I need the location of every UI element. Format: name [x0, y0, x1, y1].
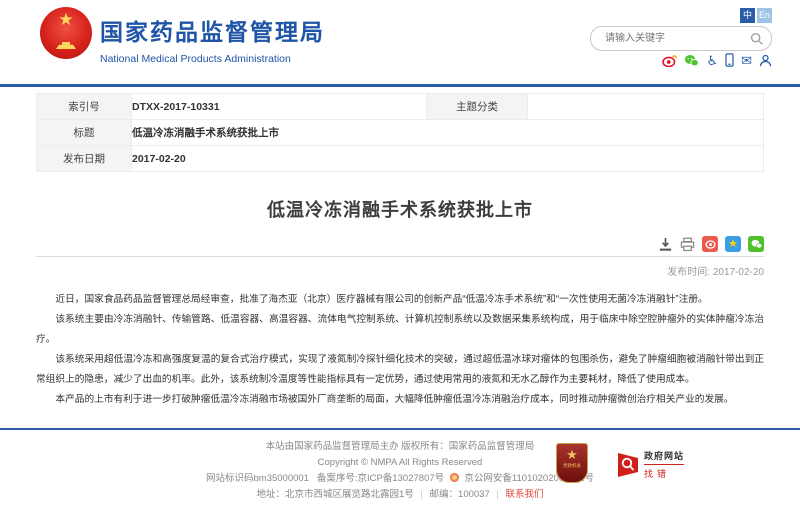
mobile-icon[interactable] — [725, 53, 734, 67]
error-report-flag-icon — [618, 452, 638, 478]
table-row: 发布日期 2017-02-20 — [37, 146, 764, 172]
article-paragraph: 近日，国家食品药品监督管理总局经审查，批准了海杰亚（北京）医疗器械有限公司的创新… — [36, 290, 764, 310]
table-row: 索引号 DTXX-2017-10331 主题分类 — [37, 94, 764, 120]
contact-us-link[interactable]: 联系我们 — [505, 489, 543, 500]
weibo-icon[interactable] — [662, 54, 677, 67]
share-wechat-icon[interactable] — [748, 236, 764, 252]
download-icon[interactable] — [658, 237, 673, 252]
search-icon[interactable] — [750, 32, 763, 45]
emblem-gate-icon — [56, 42, 76, 49]
article-body: 近日，国家食品药品监督管理总局经审查，批准了海杰亚（北京）医疗器械有限公司的创新… — [36, 290, 764, 410]
article-title: 低温冷冻消融手术系统获批上市 — [36, 196, 764, 222]
print-icon[interactable] — [680, 237, 695, 252]
index-label: 索引号 — [37, 94, 132, 120]
publish-time-label: 发布时间: — [667, 267, 710, 278]
publish-time: 发布时间: 2017-02-20 — [36, 263, 764, 278]
divider: | — [416, 489, 426, 500]
share-qzone-icon[interactable]: ★ — [725, 236, 741, 252]
police-badge-icon — [450, 473, 459, 482]
title-label: 标题 — [37, 120, 132, 146]
error-report-line2: 找错 — [644, 467, 684, 480]
website-error-report-widget[interactable]: 政府网站 找错 — [612, 447, 690, 482]
national-emblem-logo: ★ — [40, 7, 92, 59]
title-value: 低温冷冻消融手术系统获批上市 — [132, 120, 764, 146]
lang-zh-button[interactable]: 中 — [740, 8, 755, 23]
emblem-star-icon: ★ — [40, 11, 92, 28]
date-value: 2017-02-20 — [132, 146, 764, 172]
footer-address: 地址：北京市西城区展览路北露园1号 — [256, 489, 413, 500]
user-icon[interactable] — [759, 54, 772, 67]
main-content: 索引号 DTXX-2017-10331 主题分类 标题 低温冷冻消融手术系统获批… — [36, 87, 764, 410]
accessibility-icon[interactable]: ♿ — [706, 54, 718, 67]
badge-star-icon: ★ — [566, 447, 578, 463]
article-paragraph: 该系统主要由冷冻消融针、传输管路、低温容器、高温容器、流体电气控制系统、计算机控… — [36, 310, 764, 350]
article-paragraph: 本产品的上市有利于进一步打破肿瘤低温冷冻消融市场被国外厂商垄断的局面，大幅降低肿… — [36, 390, 764, 410]
article-toolbar: ★ — [36, 236, 764, 252]
search-input[interactable] — [603, 32, 750, 45]
nmpa-webpage: ★ 国家药品监督管理局 National Medical Products Ad… — [0, 0, 800, 511]
publish-time-value: 2017-02-20 — [713, 267, 764, 278]
wechat-icon[interactable] — [684, 54, 699, 67]
table-row: 标题 低温冷冻消融手术系统获批上市 — [37, 120, 764, 146]
site-subtitle: National Medical Products Administration — [100, 53, 325, 65]
document-info-table: 索引号 DTXX-2017-10331 主题分类 标题 低温冷冻消融手术系统获批… — [36, 93, 764, 172]
header-social-links: ♿ ✉ — [662, 53, 772, 67]
mail-icon[interactable]: ✉ — [741, 54, 752, 67]
footer-address-line: 地址：北京市西城区展览路北露园1号 | 邮编：100037 | 联系我们 — [0, 487, 800, 503]
article-paragraph: 该系统采用超低温冷冻和高强度复温的复合式治疗模式，实现了液氮制冷探针细化技术的突… — [36, 350, 764, 390]
divider: | — [492, 489, 502, 500]
footer-postcode: 邮编：100037 — [430, 489, 490, 500]
search-box — [590, 26, 772, 51]
share-weibo-icon[interactable] — [702, 236, 718, 252]
error-report-text: 政府网站 找错 — [644, 449, 684, 480]
site-footer: 本站由国家药品监督管理局主办 版权所有：国家药品监督管理局 Copyright … — [0, 428, 800, 511]
site-header: ★ 国家药品监督管理局 National Medical Products Ad… — [0, 0, 800, 87]
government-agency-badge[interactable]: ★ 党政机关 — [556, 443, 588, 483]
badge-text: 党政机关 — [563, 463, 581, 469]
error-report-line1: 政府网站 — [644, 449, 684, 465]
site-branding: 国家药品监督管理局 National Medical Products Admi… — [100, 13, 325, 65]
date-label: 发布日期 — [37, 146, 132, 172]
site-title: 国家药品监督管理局 — [100, 13, 325, 47]
category-label: 主题分类 — [427, 94, 528, 120]
footer-site-code: 网站标识码bm35000001 — [206, 473, 309, 484]
lang-en-button[interactable]: En — [757, 8, 772, 23]
divider — [36, 256, 764, 257]
category-value — [528, 94, 764, 120]
index-value: DTXX-2017-10331 — [132, 94, 427, 120]
language-toggle: 中 En — [740, 8, 772, 23]
footer-icp[interactable]: 备案序号:京ICP备13027807号 — [317, 473, 444, 484]
